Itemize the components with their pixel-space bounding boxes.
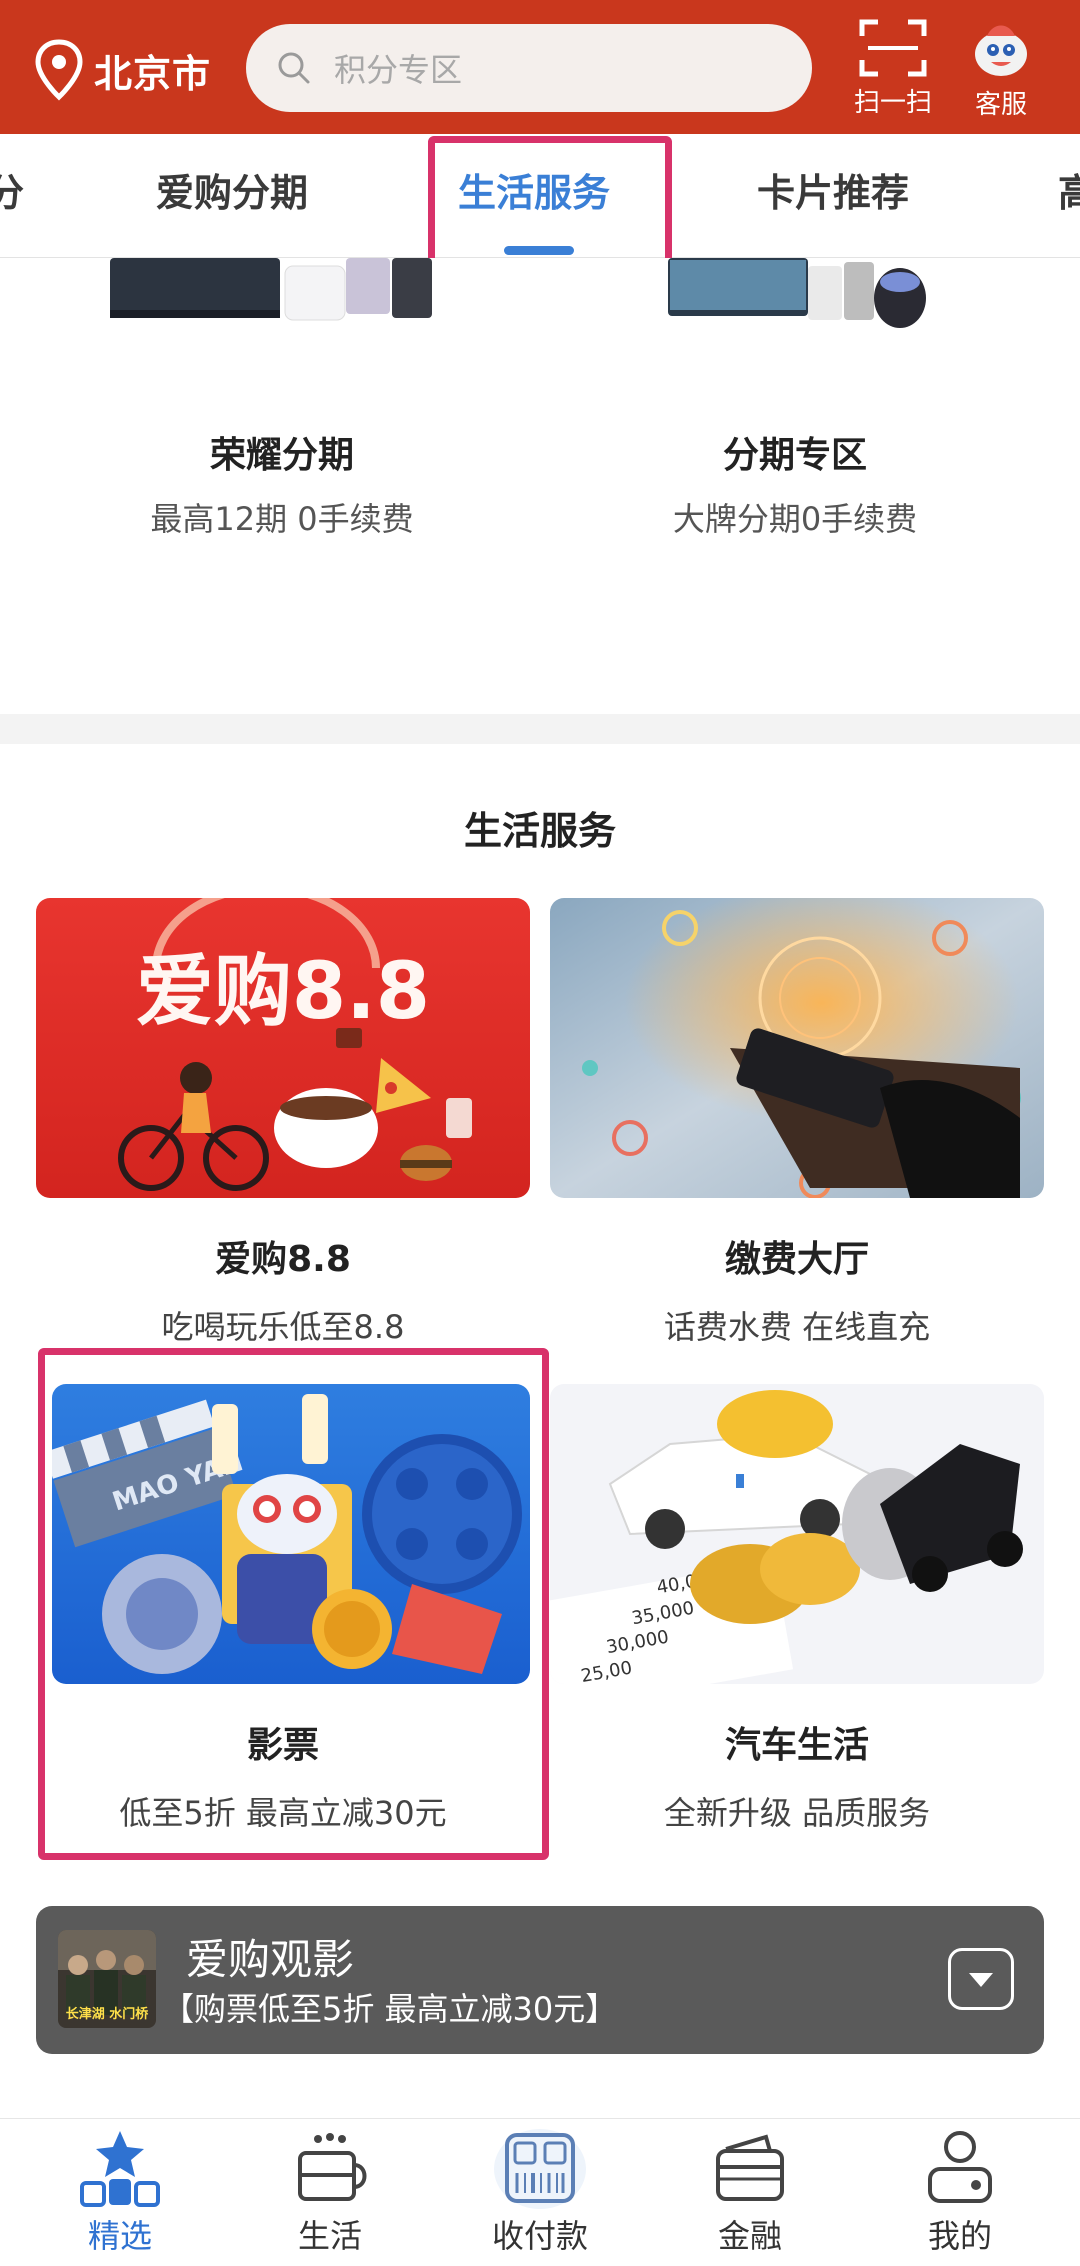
card-image-payment-hall[interactable] [550,898,1044,1198]
tab-highlight-box [428,136,672,278]
nav-item-finance[interactable]: 金融 [670,2127,830,2257]
scan-icon [859,19,927,77]
card-highlight-box [38,1348,549,1860]
card-image-text: 爱购8.8 [136,947,430,1037]
card-title: 汽车生活 [724,1725,869,1766]
product-title: 分期专区 [722,435,867,476]
mascot-avatar-icon [975,25,1027,76]
product-subtitle: 大牌分期0手续费 [672,500,918,538]
scan-button[interactable]: 扫一扫 [848,18,938,118]
scan-pay-icon [494,2129,586,2209]
nav-item-life[interactable]: 生活 [250,2127,410,2257]
card-image-aigou88[interactable]: 爱购8.8 [36,898,530,1198]
customer-service-button[interactable]: 客服 [956,18,1046,120]
movie-poster-thumbnail: 长津湖 水门桥 [58,1930,156,2028]
product-image-honor[interactable] [110,258,440,330]
card-image-car-life[interactable]: 40,000 35,000 30,000 25,00 [550,1384,1044,1684]
product-image-installment-zone[interactable] [668,258,928,330]
scan-label: 扫一扫 [853,88,932,118]
nav-item-mine[interactable]: 我的 [880,2127,1040,2257]
tab-card-recommend[interactable]: 卡片推荐 [757,162,909,217]
promo-subtitle: 【购票低至5折 最高立减30元】 [162,1990,618,2028]
card-subtitle: 全新升级 品质服务 [663,1794,931,1832]
location-selector[interactable]: 北京市 [34,39,212,101]
section-title: 生活服务 [463,809,616,853]
expand-button[interactable] [948,1948,1014,2010]
location-label: 北京市 [94,51,212,96]
app-header: 北京市 积分专区 扫一扫 客服 [0,0,1080,134]
section-divider [0,714,1080,744]
promo-banner[interactable]: 长津湖 水门桥 爱购观影 【购票低至5折 最高立减30元】 [36,1906,1044,2054]
nav-label: 生活 [297,2217,362,2255]
poster-text: 长津湖 水门桥 [66,2006,150,2022]
bottom-nav: 精选 生活 收付款 金融 我的 [0,2118,1080,2266]
card-title: 缴费大厅 [724,1239,869,1280]
location-pin-icon [35,39,83,101]
card-subtitle: 吃喝玩乐低至8.8 [161,1308,405,1346]
nav-label: 金融 [717,2217,782,2255]
search-icon [278,52,310,84]
tab-partial-left[interactable]: 分 [0,162,24,217]
nav-label: 精选 [87,2217,152,2255]
search-input[interactable]: 积分专区 [246,24,812,112]
product-title: 荣耀分期 [209,435,354,476]
tab-installment[interactable]: 爱购分期 [156,162,308,217]
card-icon [716,2134,784,2201]
customer-service-label: 客服 [974,90,1027,120]
cup-icon [298,2133,367,2201]
star-icon [80,2131,160,2207]
search-placeholder: 积分专区 [334,51,463,89]
card-title: 爱购8.8 [215,1239,351,1280]
installment-products: 荣耀分期 最高12期 0手续费 分期专区 大牌分期0手续费 [0,258,1080,714]
nav-label: 我的 [927,2217,992,2255]
user-icon [928,2131,992,2203]
tab-partial-right[interactable]: 高 [1058,162,1080,217]
nav-label: 收付款 [491,2217,588,2255]
nav-item-pay[interactable]: 收付款 [460,2127,620,2257]
product-subtitle: 最高12期 0手续费 [150,500,414,538]
nav-item-featured[interactable]: 精选 [40,2127,200,2257]
promo-title: 爱购观影 [186,1935,355,1984]
chevron-down-icon [969,1973,993,1987]
card-subtitle: 话费水费 在线直充 [663,1308,931,1346]
